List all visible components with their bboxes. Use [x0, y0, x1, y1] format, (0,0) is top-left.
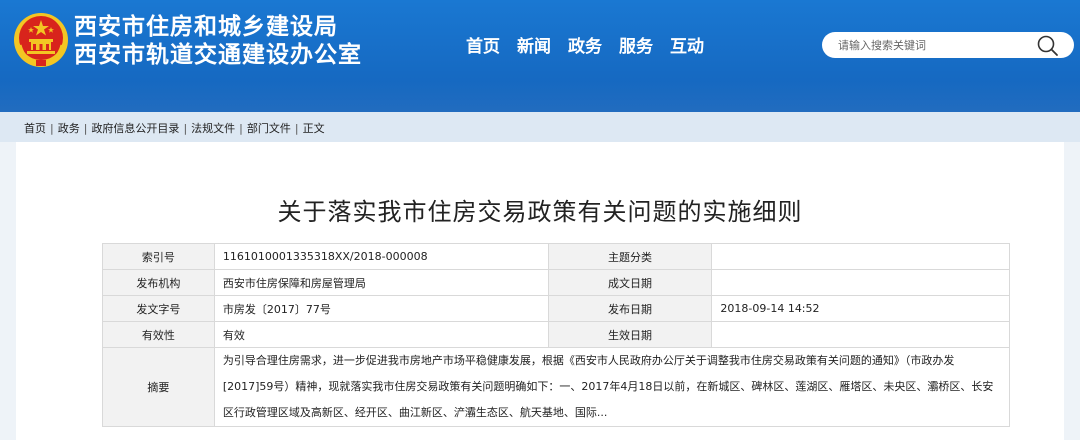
publisher-label: 发布机构	[102, 269, 215, 296]
topic-label: 主题分类	[547, 243, 713, 270]
document-meta-table: 索引号 1161010001335318XX/2018-000008 主题分类 …	[102, 243, 1011, 427]
search-input[interactable]	[838, 36, 1038, 54]
breadcrumb-bar: 首页 | 政务 | 政府信息公开目录 | 法规文件 | 部门文件 | 正文	[0, 112, 1080, 142]
nav-item-government[interactable]: 政务	[568, 35, 602, 59]
table-row: 索引号 1161010001335318XX/2018-000008 主题分类	[102, 243, 1010, 270]
nav-item-news[interactable]: 新闻	[517, 35, 551, 59]
publish-date-value: 2018-09-14 14:52	[711, 295, 1010, 322]
breadcrumb-current: 正文	[302, 122, 325, 135]
table-row: 摘要 为引导合理住房需求，进一步促进我市房地产市场平稳健康发展，根据《西安市人民…	[102, 347, 1011, 427]
breadcrumb-info-disclosure[interactable]: 政府信息公开目录	[91, 122, 179, 135]
doc-no-label: 发文字号	[102, 295, 215, 322]
main-nav: 首页 新闻 政务 服务 互动	[466, 35, 721, 59]
org-name-primary: 西安市住房和城乡建设局	[74, 14, 338, 40]
breadcrumb-separator: |	[50, 122, 54, 135]
document-title: 关于落实我市住房交易政策有关问题的实施细则	[277, 198, 803, 226]
doc-no-value: 市房发〔2017〕77号	[213, 295, 549, 322]
index-no-value: 1161010001335318XX/2018-000008	[213, 243, 549, 270]
breadcrumb-government[interactable]: 政务	[58, 122, 80, 135]
national-emblem-icon	[14, 13, 68, 67]
breadcrumb-separator: |	[83, 122, 88, 135]
breadcrumb-separator: |	[294, 122, 299, 135]
nav-item-home[interactable]: 首页	[466, 35, 500, 59]
abstract-line: 为引导合理住房需求，进一步促进我市房地产市场平稳健康发展，根据《西安市人民政府办…	[222, 354, 955, 367]
breadcrumb-regulations[interactable]: 法规文件	[191, 122, 235, 135]
site-header: 西安市住房和城乡建设局 西安市轨道交通建设办公室 首页 新闻 政务 服务 互动	[0, 0, 1080, 112]
abstract-line: 区行政管理区域及高新区、经开区、曲江新区、浐灞生态区、航天基地、国际...	[222, 406, 608, 419]
org-name-secondary: 西安市轨道交通建设办公室	[74, 42, 362, 68]
breadcrumb-separator: |	[239, 122, 243, 135]
abstract-label: 摘要	[102, 347, 215, 427]
created-date-value	[711, 269, 1010, 296]
effective-date-value	[711, 321, 1010, 348]
abstract-value: 为引导合理住房需求，进一步促进我市房地产市场平稳健康发展，根据《西安市人民政府办…	[213, 347, 1011, 427]
index-no-label: 索引号	[102, 243, 215, 270]
breadcrumb: 首页 | 政务 | 政府信息公开目录 | 法规文件 | 部门文件 | 正文	[24, 120, 325, 136]
table-row: 发布机构 西安市住房保障和房屋管理局 成文日期	[102, 269, 1010, 296]
effective-date-label: 生效日期	[547, 321, 713, 348]
org-names: 西安市住房和城乡建设局 西安市轨道交通建设办公室	[74, 13, 362, 69]
created-date-label: 成文日期	[547, 269, 713, 296]
validity-value: 有效	[213, 321, 549, 348]
nav-item-services[interactable]: 服务	[619, 35, 653, 59]
table-row: 发文字号 市房发〔2017〕77号 发布日期 2018-09-14 14:52	[102, 295, 1010, 322]
nav-item-interaction[interactable]: 互动	[670, 35, 704, 59]
article-content: 关于落实我市住房交易政策有关问题的实施细则 索引号 11610100013353…	[16, 142, 1064, 440]
topic-value	[711, 243, 1010, 270]
search-icon[interactable]	[1036, 34, 1060, 58]
breadcrumb-home[interactable]: 首页	[24, 122, 46, 135]
search-box	[822, 32, 1074, 58]
publish-date-label: 发布日期	[547, 295, 713, 322]
abstract-line: [2017]59号）精神，现就落实我市住房交易政策有关问题明确如下：一、2017…	[222, 380, 994, 393]
breadcrumb-department-docs[interactable]: 部门文件	[247, 122, 291, 135]
table-row: 有效性 有效 生效日期	[102, 321, 1010, 348]
breadcrumb-separator: |	[183, 122, 188, 135]
publisher-value: 西安市住房保障和房屋管理局	[213, 269, 549, 296]
validity-label: 有效性	[102, 321, 215, 348]
